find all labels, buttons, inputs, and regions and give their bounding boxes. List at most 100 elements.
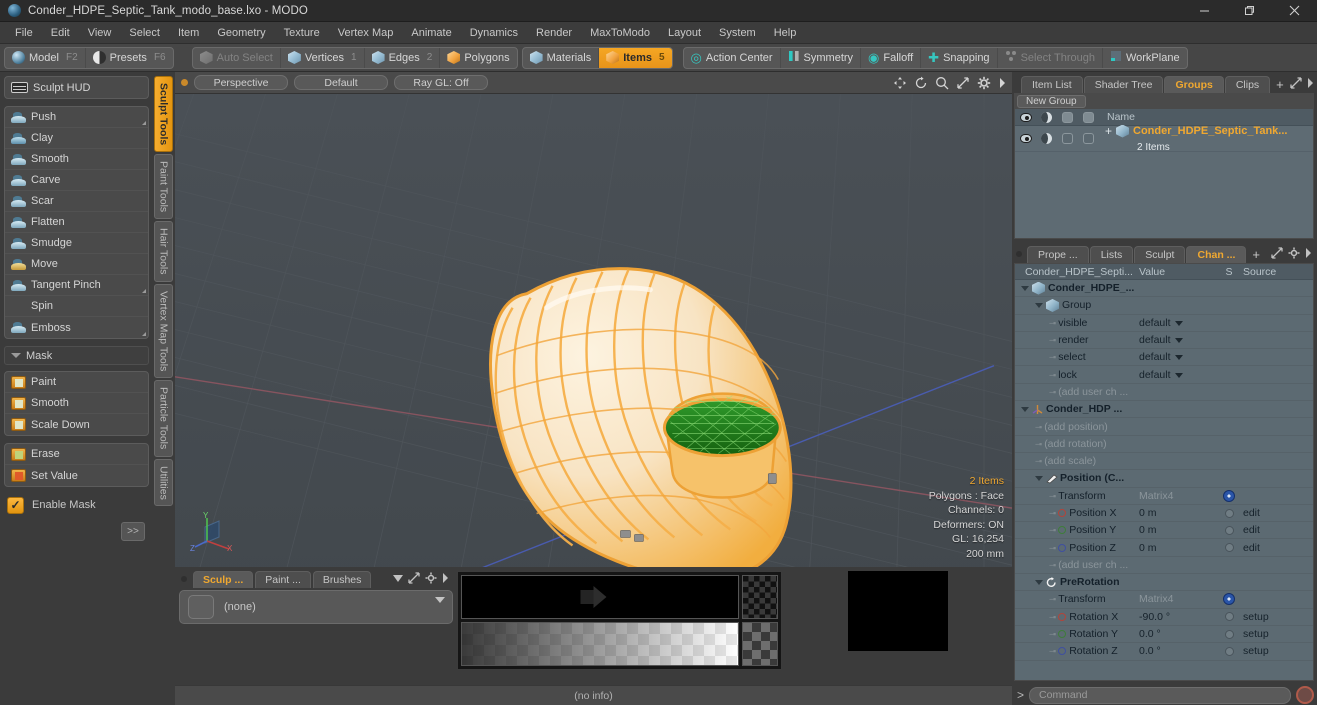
preset-swatch[interactable] bbox=[188, 595, 214, 619]
tool-options-corner-icon[interactable] bbox=[142, 332, 146, 336]
menu-item-geometry[interactable]: Geometry bbox=[208, 24, 274, 42]
mode-button-auto-select[interactable]: Auto Select bbox=[193, 47, 281, 68]
enable-mask-row[interactable]: ✓ Enable Mask bbox=[4, 494, 149, 516]
gear-icon[interactable] bbox=[425, 572, 437, 587]
gear-icon[interactable] bbox=[977, 76, 991, 90]
panel-menu-dot-icon[interactable] bbox=[1016, 251, 1022, 257]
channel-row[interactable]: --▪ render default bbox=[1015, 332, 1313, 350]
channel-row[interactable]: --▪ visible default bbox=[1015, 315, 1313, 332]
menu-item-vertex-map[interactable]: Vertex Map bbox=[329, 24, 403, 42]
gear-icon[interactable] bbox=[1223, 593, 1235, 606]
alpha-preview[interactable] bbox=[461, 575, 739, 619]
channel-value[interactable]: 0 m bbox=[1139, 542, 1157, 554]
new-group-button[interactable]: New Group bbox=[1017, 95, 1086, 108]
rotate-icon[interactable] bbox=[914, 76, 928, 90]
source-toggle-icon[interactable] bbox=[1224, 612, 1234, 622]
bottom-tab-1[interactable]: Paint ... bbox=[255, 570, 311, 588]
channel-row[interactable]: Group bbox=[1015, 297, 1313, 315]
channel-value[interactable]: default bbox=[1139, 369, 1171, 381]
sculpt-tool-tangent-pinch[interactable]: Tangent Pinch bbox=[5, 275, 148, 296]
tab-groups[interactable]: Groups bbox=[1164, 75, 1224, 93]
channel-row[interactable]: --▪ lock default bbox=[1015, 366, 1313, 384]
channel-value[interactable]: -90.0 ° bbox=[1139, 611, 1170, 623]
chevron-down-icon[interactable] bbox=[1021, 285, 1029, 291]
chevron-down-icon[interactable] bbox=[1174, 320, 1183, 326]
channel-row[interactable]: Conder_HDPE_... bbox=[1015, 280, 1313, 298]
source-toggle-icon[interactable] bbox=[1224, 508, 1234, 518]
panel-menu-dot-icon[interactable] bbox=[181, 576, 187, 582]
gear-icon[interactable] bbox=[1223, 489, 1235, 502]
vertical-tab-paint-tools[interactable]: Paint Tools bbox=[154, 154, 173, 220]
menu-item-dynamics[interactable]: Dynamics bbox=[461, 24, 527, 42]
channel-row[interactable]: --▪ select default bbox=[1015, 349, 1313, 367]
channel-value[interactable]: 0.0 ° bbox=[1139, 645, 1161, 657]
workplane-button[interactable]: WorkPlane bbox=[1103, 48, 1187, 68]
ramp-checker-swatch[interactable] bbox=[742, 622, 778, 666]
menu-item-help[interactable]: Help bbox=[765, 24, 806, 42]
channel-row[interactable]: Conder_HDP ... bbox=[1015, 401, 1313, 419]
mode-button-edges[interactable]: Edges 2 bbox=[365, 47, 441, 68]
symmetry-button[interactable]: Symmetry bbox=[781, 47, 862, 68]
add-tab-icon[interactable]: + bbox=[1247, 247, 1265, 262]
chevron-down-icon[interactable] bbox=[1174, 355, 1183, 361]
menu-item-file[interactable]: File bbox=[6, 24, 42, 42]
falloff-button[interactable]: ◉ Falloff bbox=[861, 47, 922, 68]
channel-row[interactable]: --▪ (add user ch ... bbox=[1015, 557, 1313, 575]
channel-row[interactable]: PreRotation bbox=[1015, 574, 1313, 592]
menu-item-item[interactable]: Item bbox=[169, 24, 208, 42]
vertical-tab-utilities[interactable]: Utilities bbox=[154, 458, 173, 507]
quad-preview[interactable] bbox=[847, 571, 948, 651]
channel-value[interactable]: default bbox=[1139, 317, 1171, 329]
command-record-icon[interactable] bbox=[1296, 686, 1314, 704]
row-visible-toggle[interactable] bbox=[1015, 134, 1036, 143]
close-icon[interactable] bbox=[1272, 0, 1317, 22]
mask-tool-paint[interactable]: Paint bbox=[5, 372, 148, 393]
viewport-menu-dot-icon[interactable] bbox=[181, 79, 188, 86]
channel-row[interactable]: --▪ (add user ch ... bbox=[1015, 384, 1313, 402]
command-input[interactable]: Command bbox=[1029, 686, 1291, 704]
vertical-tab-hair-tools[interactable]: Hair Tools bbox=[154, 221, 173, 282]
menu-item-edit[interactable]: Edit bbox=[42, 24, 79, 42]
alpha-checker-swatch[interactable] bbox=[742, 575, 778, 619]
chevron-down-icon[interactable] bbox=[435, 597, 445, 603]
channel-row[interactable]: --▪ Transform Matrix4 bbox=[1015, 591, 1313, 609]
tool-options-corner-icon[interactable] bbox=[142, 121, 146, 125]
menu-item-system[interactable]: System bbox=[710, 24, 765, 42]
viewport-raygl-button[interactable]: Ray GL: Off bbox=[394, 75, 488, 90]
menu-item-texture[interactable]: Texture bbox=[275, 24, 329, 42]
menu-item-layout[interactable]: Layout bbox=[659, 24, 710, 42]
menu-item-select[interactable]: Select bbox=[120, 24, 169, 42]
channel-row[interactable]: Position (C... bbox=[1015, 470, 1313, 488]
channel-row[interactable]: --▪ (add rotation) bbox=[1015, 436, 1313, 453]
channel-row[interactable]: --▪ (add position) bbox=[1015, 418, 1313, 436]
tab-shader-tree[interactable]: Shader Tree bbox=[1083, 75, 1164, 93]
chevron-down-icon[interactable] bbox=[393, 573, 403, 585]
tab-prope[interactable]: Prope ... bbox=[1027, 245, 1089, 263]
channel-value[interactable]: default bbox=[1139, 334, 1171, 346]
vertical-tab-particle-tools[interactable]: Particle Tools bbox=[154, 380, 173, 457]
add-tab-icon[interactable]: + bbox=[1271, 77, 1289, 92]
3d-viewport[interactable]: Y X Z 2 Items Polygons : Face Channels: … bbox=[175, 94, 1012, 567]
source-toggle-icon[interactable] bbox=[1224, 543, 1234, 553]
chevron-down-icon[interactable] bbox=[1174, 372, 1183, 378]
source-toggle-icon[interactable] bbox=[1224, 525, 1234, 535]
gradient-panel[interactable] bbox=[457, 571, 782, 670]
chevron-right-icon[interactable] bbox=[1307, 77, 1314, 91]
sculpt-tool-smudge[interactable]: Smudge bbox=[5, 233, 148, 254]
vertical-tab-vertex-map-tools[interactable]: Vertex Map Tools bbox=[154, 283, 173, 379]
sculpt-tool-push[interactable]: Push bbox=[5, 107, 148, 128]
select-through-button[interactable]: Select Through bbox=[998, 47, 1103, 68]
channel-row[interactable]: --▪ Position Y 0 m edit bbox=[1015, 522, 1313, 540]
channel-value[interactable]: 0 m bbox=[1139, 507, 1157, 519]
gear-icon[interactable] bbox=[1288, 247, 1300, 262]
channel-row[interactable]: --▪ (add scale) bbox=[1015, 453, 1313, 471]
sculpt-tool-smooth[interactable]: Smooth bbox=[5, 149, 148, 170]
bottom-tab-0[interactable]: Sculp ... bbox=[193, 570, 254, 588]
chevron-right-icon[interactable] bbox=[442, 572, 449, 586]
sculpt-tool-move[interactable]: Move bbox=[5, 254, 148, 275]
mode-button-presets[interactable]: Presets F6 bbox=[86, 48, 173, 68]
pan-icon[interactable] bbox=[893, 76, 907, 90]
sculpt-tool-flatten[interactable]: Flatten bbox=[5, 212, 148, 233]
row-render-toggle[interactable] bbox=[1036, 133, 1057, 144]
row-lock-toggle[interactable] bbox=[1078, 133, 1099, 144]
